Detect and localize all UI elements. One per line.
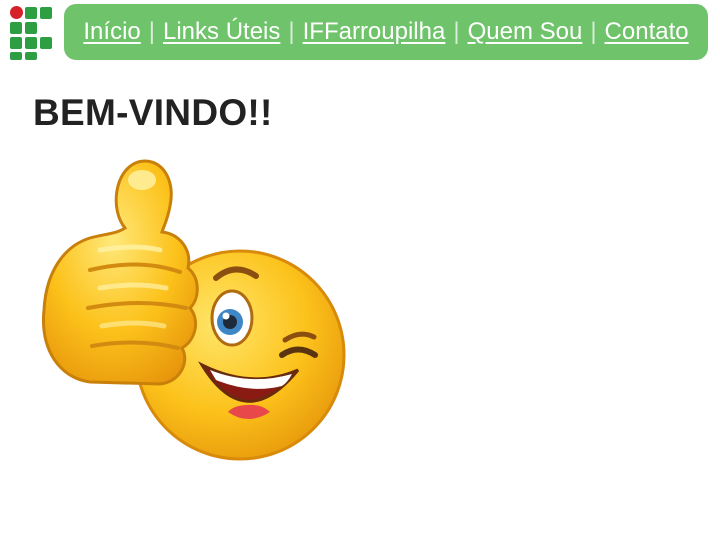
iffarroupilha-logo-icon[interactable] <box>10 6 54 60</box>
page-title: BEM-VINDO!! <box>33 92 273 133</box>
navigation-bar: Início | Links Úteis | IFFarroupilha | Q… <box>64 4 708 60</box>
nav-separator: | <box>453 18 460 45</box>
thumbs-up-wink-emoji-icon <box>41 159 346 461</box>
nav-separator: | <box>148 18 155 45</box>
nav-link-inicio[interactable]: Início <box>83 18 140 46</box>
nav-link-quem-sou[interactable]: Quem Sou <box>468 18 583 46</box>
nav-separator: | <box>590 18 597 45</box>
nav-link-iffarroupilha[interactable]: IFFarroupilha <box>303 18 446 46</box>
nav-link-links-uteis[interactable]: Links Úteis <box>163 18 280 46</box>
page: Início | Links Úteis | IFFarroupilha | Q… <box>0 0 720 540</box>
nav-separator: | <box>288 18 295 45</box>
nav-link-contato[interactable]: Contato <box>605 18 689 46</box>
